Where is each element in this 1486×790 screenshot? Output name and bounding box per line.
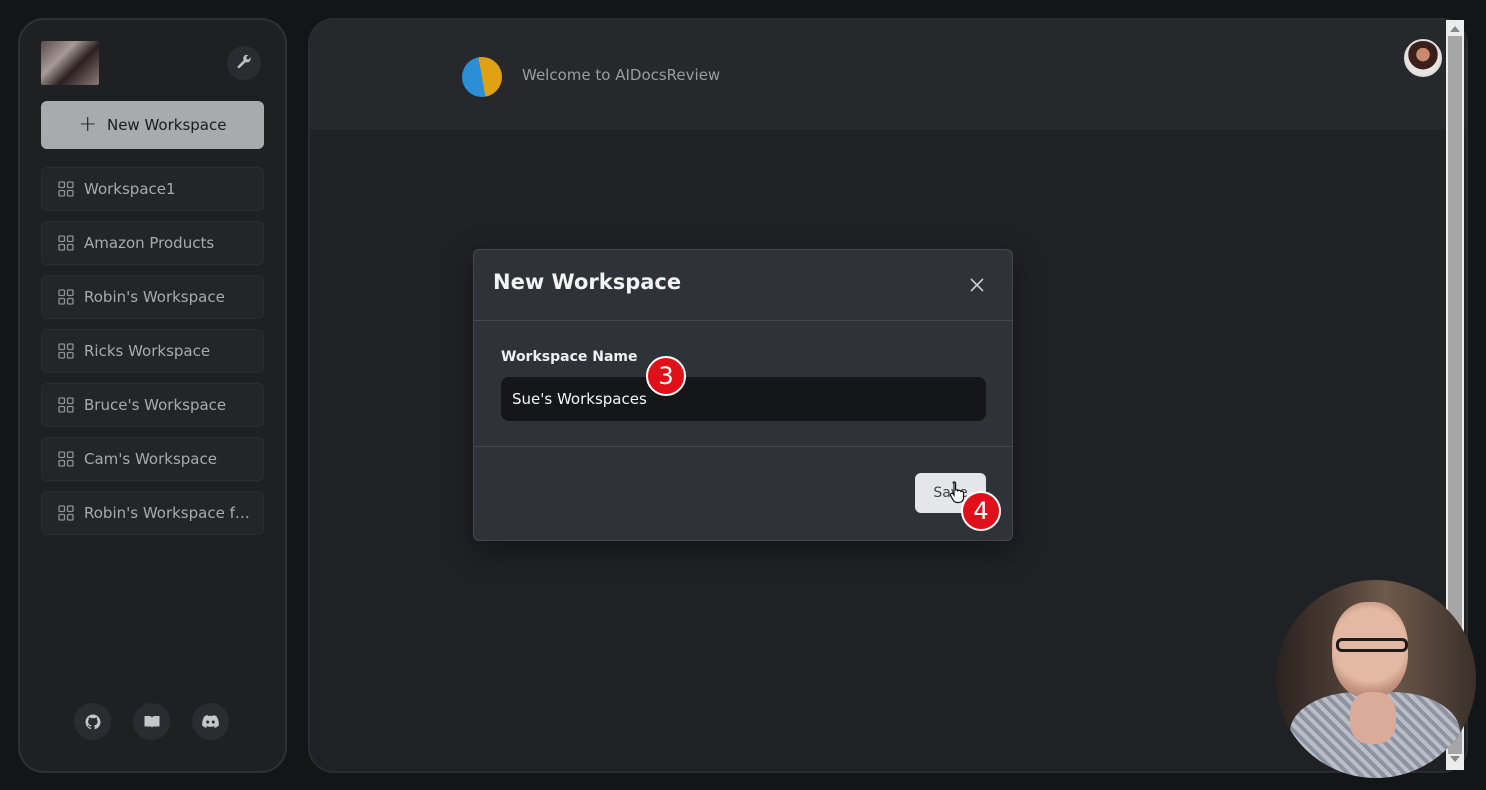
grid-icon [58, 181, 74, 197]
modal-header-divider [474, 320, 1012, 321]
settings-button[interactable] [227, 46, 261, 80]
sidebar-item-label: Robin's Workspace fo... [84, 504, 254, 522]
sidebar-item-bruces-workspace[interactable]: Bruce's Workspace [41, 383, 264, 427]
user-avatar[interactable] [1404, 39, 1442, 77]
plus-icon: + [78, 112, 97, 137]
workspace-name-label: Workspace Name [501, 349, 638, 365]
sidebar-item-workspace1[interactable]: Workspace1 [41, 167, 264, 211]
discord-button[interactable] [192, 703, 229, 740]
main-header: Welcome to AIDocsReview [310, 20, 1466, 130]
app-logo-image [41, 41, 99, 85]
grid-icon [58, 451, 74, 467]
docs-button[interactable] [133, 703, 170, 740]
sidebar-item-robins-workspace-for[interactable]: Robin's Workspace fo... [41, 491, 264, 535]
sidebar: + New Workspace Workspace1 Amazon Produc… [18, 18, 287, 773]
sidebar-item-label: Amazon Products [84, 234, 215, 252]
welcome-text: Welcome to AIDocsReview [522, 66, 721, 84]
modal-footer-divider [474, 446, 1012, 447]
sidebar-item-label: Bruce's Workspace [84, 396, 227, 414]
sidebar-item-label: Workspace1 [84, 180, 176, 198]
workspace-list: Workspace1 Amazon Products Robin's Works… [41, 167, 264, 545]
new-workspace-modal: New Workspace Workspace Name Save [473, 249, 1013, 541]
brand-logo-icon [462, 57, 502, 97]
sidebar-item-label: Ricks Workspace [84, 342, 211, 360]
wrench-icon [237, 55, 251, 69]
sidebar-footer [74, 703, 229, 740]
webcam-person-glasses [1336, 638, 1408, 652]
github-button[interactable] [74, 703, 111, 740]
grid-icon [58, 397, 74, 413]
grid-icon [58, 235, 74, 251]
discord-icon [202, 715, 219, 728]
sidebar-item-robins-workspace[interactable]: Robin's Workspace [41, 275, 264, 319]
workspace-name-input[interactable] [501, 377, 986, 421]
grid-icon [58, 505, 74, 521]
grid-icon [58, 289, 74, 305]
modal-title: New Workspace [493, 270, 682, 294]
github-icon [85, 714, 101, 729]
sidebar-item-label: Robin's Workspace [84, 288, 225, 306]
step-badge-4: 4 [961, 491, 1001, 531]
new-workspace-label: New Workspace [106, 116, 227, 134]
scroll-up-arrow-icon[interactable] [1450, 26, 1460, 32]
sidebar-item-amazon-products[interactable]: Amazon Products [41, 221, 264, 265]
sidebar-item-label: Cam's Workspace [84, 450, 217, 468]
book-icon [144, 715, 159, 728]
webcam-person-hand [1350, 692, 1396, 744]
sidebar-item-ricks-workspace[interactable]: Ricks Workspace [41, 329, 264, 373]
close-icon[interactable] [968, 276, 986, 294]
sidebar-item-cams-workspace[interactable]: Cam's Workspace [41, 437, 264, 481]
new-workspace-button[interactable]: + New Workspace [41, 101, 264, 149]
step-badge-3: 3 [646, 356, 686, 396]
grid-icon [58, 343, 74, 359]
webcam-overlay [1276, 580, 1476, 778]
